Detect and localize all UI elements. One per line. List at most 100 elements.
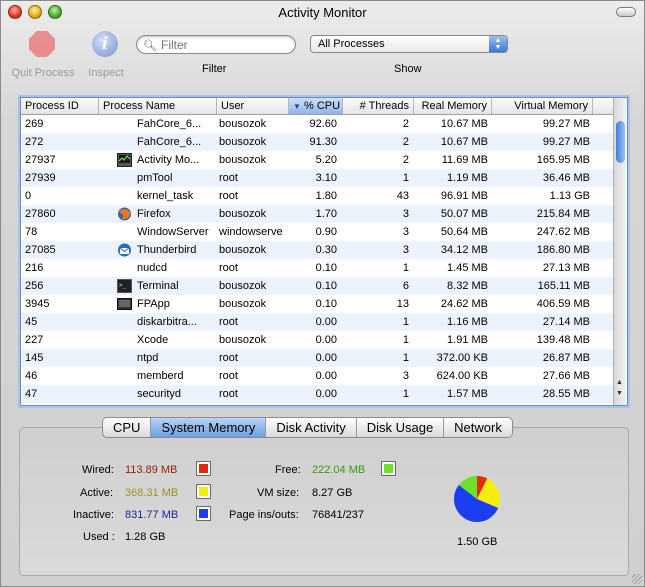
- cell-cpu: 0.10: [315, 262, 337, 274]
- cell-cpu: 0.90: [315, 226, 337, 238]
- cell-process-name: FPApp: [137, 298, 170, 310]
- cell-process-id: 47: [25, 388, 38, 400]
- cell-threads: 3: [402, 226, 409, 238]
- cell-real-memory: 96.91 MB: [440, 190, 488, 202]
- inactive-color-swatch[interactable]: [196, 506, 211, 521]
- monitor-tabs: CPU System Memory Disk Activity Disk Usa…: [102, 417, 513, 438]
- cell-virtual-memory: 215.84 MB: [536, 208, 590, 220]
- table-row[interactable]: 145 ntpd root 0.00 1 372.00 KB 26.87 MB: [21, 349, 614, 367]
- system-memory-panel: Wired: 113.89 MB Active: 368.31 MB Inact…: [19, 427, 629, 576]
- firefox-icon: [117, 207, 132, 221]
- table-row[interactable]: 272 FahCore_6... bousozok 91.30 2 10.67 MB 99.…: [21, 133, 614, 151]
- cell-virtual-memory: 165.11 MB: [537, 280, 590, 292]
- process-rows: 269 FahCore_6... bousozok 92.60 2 10.67 MB 99.…: [21, 115, 614, 405]
- wired-color-swatch[interactable]: [196, 461, 211, 476]
- cell-virtual-memory: 186.80 MB: [536, 244, 590, 256]
- cell-user: root: [219, 370, 238, 382]
- table-row[interactable]: 0 kernel_task root 1.80 43 96.91 MB 1.13 GB: [21, 187, 614, 205]
- column-header-real-memory[interactable]: Real Memory: [414, 98, 492, 114]
- free-label: Free:: [275, 464, 301, 476]
- cell-threads: 2: [402, 118, 409, 130]
- table-row[interactable]: 27937 Activity Mo... bousozok 5.20 2 11.69 MB…: [21, 151, 614, 169]
- column-header-threads[interactable]: # Threads: [343, 98, 414, 114]
- fpapp-icon: [117, 297, 132, 311]
- cell-virtual-memory: 99.27 MB: [542, 118, 590, 130]
- tab-cpu[interactable]: CPU: [103, 418, 152, 437]
- table-row[interactable]: 227 Xcode bousozok 0.00 1 1.91 MB 139.48 MB: [21, 331, 614, 349]
- cell-user: windowserve: [219, 226, 283, 238]
- column-header-process-name[interactable]: Process Name: [99, 98, 217, 114]
- table-row[interactable]: 27085 Thunderbird bousozok 0.30 3 34.12 MB 186…: [21, 241, 614, 259]
- vertical-scrollbar[interactable]: ▲ ▼: [613, 98, 627, 405]
- inspect-button[interactable]: i Inspect: [83, 31, 129, 79]
- cell-real-memory: 8.32 MB: [447, 280, 488, 292]
- search-icon: 🔍︎: [143, 40, 157, 52]
- cell-threads: 13: [396, 298, 409, 310]
- tab-network[interactable]: Network: [444, 418, 512, 437]
- filter-input[interactable]: [161, 38, 286, 51]
- toolbar-toggle-button[interactable]: [616, 7, 636, 17]
- table-row[interactable]: 216 nudcd root 0.10 1 1.45 MB 27.13 MB: [21, 259, 614, 277]
- cell-process-name: memberd: [137, 370, 184, 382]
- filter-search-field[interactable]: 🔍︎: [136, 35, 296, 54]
- scroll-down-arrow-icon[interactable]: ▼: [616, 390, 623, 397]
- table-row[interactable]: 78 WindowServer windowserve 0.90 3 50.64 MB 24…: [21, 223, 614, 241]
- cell-cpu: 91.30: [309, 136, 337, 148]
- cell-user: bousozok: [219, 334, 267, 346]
- column-header-virtual-memory[interactable]: Virtual Memory: [492, 98, 593, 114]
- table-row[interactable]: 47 securityd root 0.00 1 1.57 MB 28.55 MB: [21, 385, 614, 403]
- cell-threads: 6: [402, 280, 409, 292]
- tab-disk-usage[interactable]: Disk Usage: [357, 418, 445, 437]
- free-value: 222.04 MB: [312, 464, 366, 476]
- active-label: Active:: [80, 487, 114, 499]
- cell-process-name: FahCore_6...: [137, 136, 202, 148]
- cell-process-name: Xcode: [137, 334, 169, 346]
- table-row[interactable]: 3945 FPApp bousozok 0.10 13 24.62 MB 406.59 MB: [21, 295, 614, 313]
- active-color-swatch[interactable]: [196, 484, 211, 499]
- used-value: 1.28 GB: [125, 531, 166, 543]
- show-processes-select[interactable]: All Processes ▲ ▼: [310, 35, 508, 53]
- cell-virtual-memory: 1.13 GB: [549, 190, 590, 202]
- quit-process-button[interactable]: Quit Process: [9, 31, 77, 79]
- table-row[interactable]: 45 diskarbitra... root 0.00 1 1.16 MB 27.14 MB: [21, 313, 614, 331]
- cell-real-memory: 372.00 KB: [436, 352, 488, 364]
- cell-process-name: diskarbitra...: [137, 316, 197, 328]
- cell-virtual-memory: 99.27 MB: [542, 136, 590, 148]
- cell-process-id: 3945: [25, 298, 50, 310]
- cell-virtual-memory: 27.66 MB: [542, 370, 590, 382]
- scrollbar-thumb[interactable]: [616, 121, 625, 163]
- column-header-process-id[interactable]: Process ID: [21, 98, 99, 114]
- column-header-user[interactable]: User: [217, 98, 289, 114]
- scroll-up-arrow-icon[interactable]: ▲: [616, 379, 623, 386]
- free-color-swatch[interactable]: [381, 461, 396, 476]
- filter-label: Filter: [202, 63, 227, 75]
- table-row[interactable]: 256 Terminal bousozok 0.10 6 8.32 MB 165.11 MB…: [21, 277, 614, 295]
- cell-real-memory: 1.19 MB: [447, 172, 488, 184]
- cell-real-memory: 624.00 KB: [436, 370, 488, 382]
- cell-cpu: 5.20: [315, 154, 337, 166]
- table-row[interactable]: 46 memberd root 0.00 3 624.00 KB 27.66 MB: [21, 367, 614, 385]
- cell-process-id: 46: [25, 370, 38, 382]
- cell-process-id: 216: [25, 262, 44, 274]
- cell-threads: 3: [402, 370, 409, 382]
- table-row[interactable]: 269 FahCore_6... bousozok 92.60 2 10.67 MB 99.…: [21, 115, 614, 133]
- column-header-cpu[interactable]: ▼ % CPU: [289, 98, 343, 114]
- cell-user: root: [219, 316, 238, 328]
- cell-user: root: [219, 190, 238, 202]
- cell-cpu: 0.00: [315, 388, 337, 400]
- cell-real-memory: 50.64 MB: [440, 226, 488, 238]
- tab-disk-activity[interactable]: Disk Activity: [266, 418, 357, 437]
- vm-size-value: 8.27 GB: [312, 487, 353, 499]
- cell-process-name: ntpd: [137, 352, 159, 364]
- tab-system-memory[interactable]: System Memory: [151, 418, 267, 437]
- cell-process-id: 0: [25, 190, 32, 202]
- cell-user: root: [219, 388, 238, 400]
- page-ins-outs-value: 76841/237: [312, 509, 364, 521]
- cell-process-id: 256: [25, 280, 44, 292]
- table-row[interactable]: 27939 pmTool root 3.10 1 1.19 MB 36.46 MB: [21, 169, 614, 187]
- resize-grip-icon[interactable]: [632, 574, 642, 584]
- process-table: Process ID Process Name User ▼ % CPU # T…: [20, 97, 628, 406]
- vm-size-label: VM size:: [257, 487, 300, 499]
- table-row[interactable]: 27860 Firefox bousozok 1.70 3 50.07 MB 215.84 …: [21, 205, 614, 223]
- cell-process-name: Thunderbird: [137, 244, 197, 256]
